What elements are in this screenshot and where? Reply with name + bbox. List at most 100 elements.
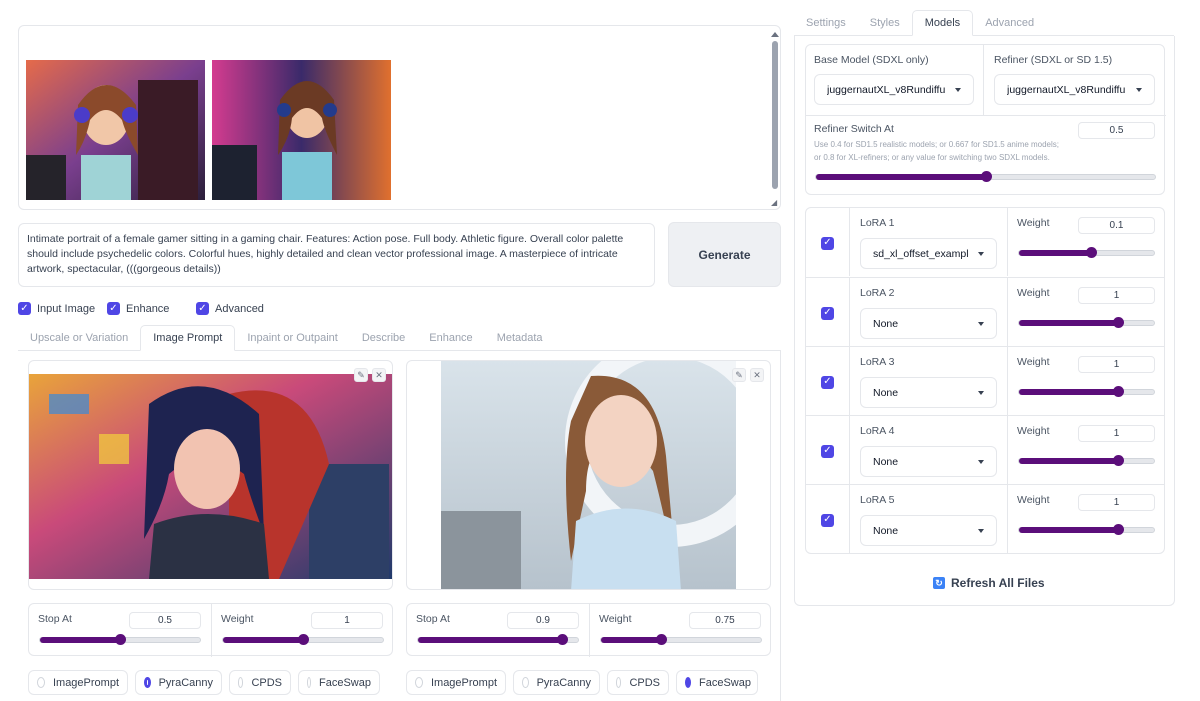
option-input-image[interactable]: ✓ Input Image bbox=[18, 302, 95, 315]
radio-pyracanny-2[interactable]: PyraCanny bbox=[513, 670, 600, 695]
checkbox-checked-icon[interactable]: ✓ bbox=[821, 236, 834, 250]
radio-checked-icon[interactable] bbox=[685, 677, 691, 688]
refiner-select[interactable]: juggernautXL_v8Rundiffusion bbox=[994, 74, 1155, 105]
slider-knob[interactable] bbox=[115, 634, 126, 645]
chevron-down-icon bbox=[978, 391, 984, 395]
checkbox-checked-icon[interactable]: ✓ bbox=[18, 302, 31, 315]
radio-unchecked-icon[interactable] bbox=[238, 677, 244, 688]
slider-knob[interactable] bbox=[1085, 247, 1097, 258]
checkbox-checked-icon[interactable]: ✓ bbox=[821, 306, 834, 320]
close-icon[interactable]: ✕ bbox=[372, 368, 386, 382]
lora-weight-input[interactable]: 0.1 bbox=[1078, 217, 1155, 234]
lora-enable-checkbox[interactable]: ✓ bbox=[821, 306, 834, 320]
stop-at-slider[interactable] bbox=[39, 634, 201, 645]
image-prompt-1-image[interactable]: ✎ ✕ bbox=[28, 360, 393, 590]
slider-knob[interactable] bbox=[1112, 455, 1124, 466]
generate-button[interactable]: Generate bbox=[668, 222, 781, 287]
tab-describe[interactable]: Describe bbox=[350, 326, 417, 350]
image-prompt-2-image[interactable]: ✎ ✕ bbox=[406, 360, 771, 590]
lora-weight-input[interactable]: 1 bbox=[1078, 356, 1155, 373]
slider-knob[interactable] bbox=[656, 634, 667, 645]
tab-styles[interactable]: Styles bbox=[858, 11, 912, 35]
lora-weight-slider[interactable] bbox=[1018, 317, 1155, 328]
resize-handle-icon[interactable]: ◢ bbox=[771, 199, 779, 207]
lora-row: ✓ LoRA 3 None Weight 1 bbox=[806, 346, 1164, 415]
slider-knob[interactable] bbox=[557, 634, 568, 645]
gamer-portrait-image bbox=[212, 60, 391, 200]
slider-knob[interactable] bbox=[980, 171, 992, 182]
tab-metadata[interactable]: Metadata bbox=[485, 326, 555, 350]
refiner-switch-slider[interactable] bbox=[815, 171, 1156, 182]
weight-slider[interactable] bbox=[222, 634, 384, 645]
lora-weight-slider[interactable] bbox=[1018, 524, 1155, 535]
edit-icon[interactable]: ✎ bbox=[354, 368, 368, 382]
scroll-up-icon[interactable] bbox=[771, 32, 779, 37]
weight-input[interactable]: 1 bbox=[311, 612, 383, 629]
slider-knob[interactable] bbox=[1112, 317, 1124, 328]
checkbox-checked-icon[interactable]: ✓ bbox=[107, 302, 120, 315]
lora-weight-slider[interactable] bbox=[1018, 455, 1155, 466]
slider-fill bbox=[1019, 458, 1118, 464]
weight-slider[interactable] bbox=[600, 634, 762, 645]
weight-input[interactable]: 0.75 bbox=[689, 612, 761, 629]
lora-enable-checkbox[interactable]: ✓ bbox=[821, 236, 834, 250]
refresh-all-files-button[interactable]: ↻ Refresh All Files bbox=[933, 575, 1045, 591]
lora-weight-slider[interactable] bbox=[1018, 386, 1155, 397]
lora-enable-checkbox[interactable]: ✓ bbox=[821, 375, 834, 389]
slider-knob[interactable] bbox=[1112, 386, 1124, 397]
checkbox-checked-icon[interactable]: ✓ bbox=[821, 444, 834, 458]
weight-label: Weight bbox=[221, 613, 254, 625]
radio-unchecked-icon[interactable] bbox=[415, 677, 423, 688]
radio-cpds-2[interactable]: CPDS bbox=[607, 670, 669, 695]
radio-unchecked-icon[interactable] bbox=[522, 677, 529, 688]
close-icon[interactable]: ✕ bbox=[750, 368, 764, 382]
radio-unchecked-icon[interactable] bbox=[616, 677, 622, 688]
tab-models[interactable]: Models bbox=[911, 10, 974, 36]
divider bbox=[1007, 485, 1008, 553]
tab-upscale-or-variation[interactable]: Upscale or Variation bbox=[18, 326, 140, 350]
radio-cpds-1[interactable]: CPDS bbox=[229, 670, 291, 695]
tab-enhance[interactable]: Enhance bbox=[417, 326, 484, 350]
base-model-select[interactable]: juggernautXL_v8Rundiffusion bbox=[814, 74, 974, 105]
radio-pyracanny-1[interactable]: PyraCanny bbox=[135, 670, 222, 695]
checkbox-checked-icon[interactable]: ✓ bbox=[196, 302, 209, 315]
gallery-image-1[interactable] bbox=[26, 33, 205, 213]
radio-checked-icon[interactable] bbox=[144, 677, 151, 688]
prompt-textarea[interactable]: Intimate portrait of a female gamer sitt… bbox=[18, 223, 655, 287]
lora-enable-checkbox[interactable]: ✓ bbox=[821, 513, 834, 527]
lora-weight-input[interactable]: 1 bbox=[1078, 425, 1155, 442]
slider-knob[interactable] bbox=[1112, 524, 1124, 535]
radio-unchecked-icon[interactable] bbox=[37, 677, 45, 688]
tab-settings[interactable]: Settings bbox=[794, 11, 858, 35]
tab-image-prompt[interactable]: Image Prompt bbox=[140, 325, 236, 351]
radio-unchecked-icon[interactable] bbox=[307, 677, 312, 688]
lora-model-select[interactable]: None bbox=[860, 446, 997, 477]
stop-at-slider[interactable] bbox=[417, 634, 579, 645]
radio-faceswap-2[interactable]: FaceSwap bbox=[676, 670, 758, 695]
refiner-switch-input[interactable]: 0.5 bbox=[1078, 122, 1155, 139]
gallery-image-2[interactable] bbox=[212, 33, 391, 213]
radio-faceswap-1[interactable]: FaceSwap bbox=[298, 670, 380, 695]
lora-enable-checkbox[interactable]: ✓ bbox=[821, 444, 834, 458]
lora-model-select[interactable]: None bbox=[860, 308, 997, 339]
lora-model-select[interactable]: None bbox=[860, 515, 997, 546]
checkbox-checked-icon[interactable]: ✓ bbox=[821, 513, 834, 527]
slider-knob[interactable] bbox=[298, 634, 309, 645]
option-advanced[interactable]: ✓ Advanced bbox=[196, 302, 264, 315]
checkbox-checked-icon[interactable]: ✓ bbox=[821, 375, 834, 389]
stop-at-input[interactable]: 0.5 bbox=[129, 612, 201, 629]
tab-advanced[interactable]: Advanced bbox=[973, 11, 1046, 35]
lora-weight-slider[interactable] bbox=[1018, 247, 1155, 258]
tab-inpaint-or-outpaint[interactable]: Inpaint or Outpaint bbox=[235, 326, 350, 350]
option-enhance[interactable]: ✓ Enhance bbox=[107, 302, 169, 315]
radio-imageprompt-1[interactable]: ImagePrompt bbox=[28, 670, 128, 695]
lora-weight-input[interactable]: 1 bbox=[1078, 494, 1155, 511]
lora-weight-input[interactable]: 1 bbox=[1078, 287, 1155, 304]
lora-model-select[interactable]: sd_xl_offset_example-lora_1.0 bbox=[860, 238, 997, 269]
radio-imageprompt-2[interactable]: ImagePrompt bbox=[406, 670, 506, 695]
stop-at-label: Stop At bbox=[416, 613, 450, 625]
edit-icon[interactable]: ✎ bbox=[732, 368, 746, 382]
gallery-scrollbar[interactable] bbox=[772, 41, 778, 189]
lora-model-select[interactable]: None bbox=[860, 377, 997, 408]
stop-at-input[interactable]: 0.9 bbox=[507, 612, 579, 629]
